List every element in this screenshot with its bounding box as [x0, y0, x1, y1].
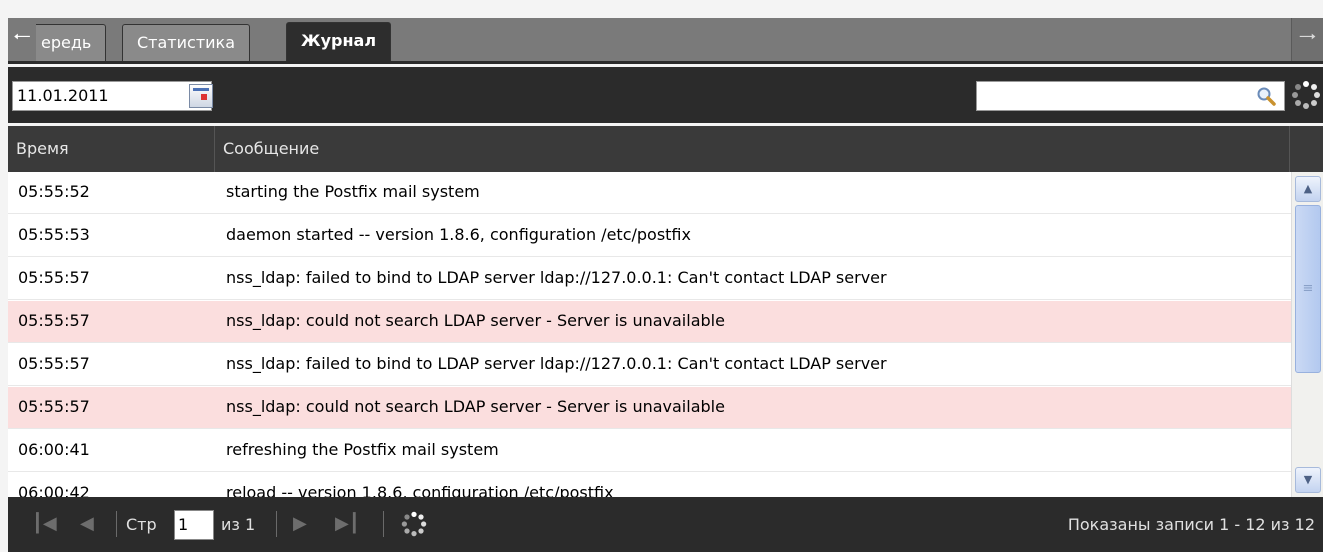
first-page-icon[interactable]: ┃◀ — [32, 513, 57, 535]
time-cell: 05:55:52 — [18, 182, 90, 201]
date-input[interactable]: 11.01.2011 — [12, 81, 212, 111]
time-cell: 05:55:53 — [18, 225, 90, 244]
last-page-icon[interactable]: ▶┃ — [335, 513, 360, 535]
arrow-left-icon: 🠀 — [13, 25, 31, 50]
chevron-down-icon: ▼ — [1303, 473, 1313, 486]
search-icon[interactable] — [1256, 86, 1276, 106]
time-cell: 06:00:41 — [18, 440, 90, 459]
chevron-up-icon: ▲ — [1303, 182, 1313, 195]
message-cell: refreshing the Postfix mail system — [226, 440, 499, 459]
tab-label: Журнал — [301, 31, 377, 50]
column-header-message[interactable]: Сообщение — [215, 126, 1290, 172]
grip-icon: ≡ — [1302, 281, 1314, 296]
tab-strip: 🠀 ередь Статистика Журнал 🠂 — [8, 18, 1323, 64]
refresh-icon[interactable] — [400, 510, 428, 538]
separator — [276, 511, 277, 537]
tab-journal[interactable]: Журнал — [286, 22, 392, 61]
page-count-label: из 1 — [221, 515, 256, 534]
page-label: Стр — [126, 515, 157, 534]
scrollbar-thumb[interactable]: ≡ — [1295, 205, 1321, 373]
scroll-up-button[interactable]: ▲ — [1295, 176, 1321, 202]
table-row[interactable]: 05:55:57 nss_ldap: failed to bind to LDA… — [8, 344, 1298, 386]
date-value: 11.01.2011 — [17, 86, 109, 105]
table-row-error[interactable]: 05:55:57 nss_ldap: could not search LDAP… — [8, 301, 1298, 343]
log-grid: 05:55:52 starting the Postfix mail syste… — [8, 172, 1298, 497]
scroll-down-button[interactable]: ▼ — [1295, 467, 1321, 493]
page-number-value: 1 — [178, 515, 189, 534]
search-input[interactable] — [976, 81, 1285, 111]
journal-window: 🠀 ередь Статистика Журнал 🠂 11.01.2011 В… — [0, 0, 1323, 552]
table-row[interactable]: 05:55:52 starting the Postfix mail syste… — [8, 172, 1298, 214]
message-cell: starting the Postfix mail system — [226, 182, 480, 201]
tab-scroll-right-button[interactable]: 🠂 — [1291, 18, 1323, 61]
time-cell: 05:55:57 — [18, 397, 90, 416]
separator — [383, 511, 384, 537]
grid-header: Время Сообщение — [8, 126, 1323, 172]
message-cell: nss_ldap: could not search LDAP server -… — [226, 397, 725, 416]
column-header-time[interactable]: Время — [8, 126, 215, 172]
column-header-spacer — [1290, 126, 1323, 172]
time-cell: 05:55:57 — [18, 354, 90, 373]
table-row[interactable]: 05:55:57 nss_ldap: failed to bind to LDA… — [8, 258, 1298, 300]
message-cell: reload -- version 1.8.6, configuration /… — [226, 483, 614, 497]
toolbar: 11.01.2011 — [8, 67, 1323, 123]
vertical-scrollbar[interactable]: ▲ ≡ ▼ — [1291, 172, 1323, 497]
message-cell: nss_ldap: failed to bind to LDAP server … — [226, 354, 887, 373]
time-cell: 05:55:57 — [18, 268, 90, 287]
message-cell: nss_ldap: could not search LDAP server -… — [226, 311, 725, 330]
message-cell: daemon started -- version 1.8.6, configu… — [226, 225, 691, 244]
table-row[interactable]: 06:00:41 refreshing the Postfix mail sys… — [8, 430, 1298, 472]
separator — [116, 511, 117, 537]
tab-label: Статистика — [137, 33, 235, 52]
message-cell: nss_ldap: failed to bind to LDAP server … — [226, 268, 887, 287]
table-row-error[interactable]: 05:55:57 nss_ldap: could not search LDAP… — [8, 387, 1298, 429]
arrow-right-icon: 🠂 — [1298, 25, 1317, 50]
tab-label: ередь — [41, 33, 92, 52]
prev-page-icon[interactable]: ◀ — [80, 513, 94, 535]
table-row[interactable]: 05:55:53 daemon started -- version 1.8.6… — [8, 215, 1298, 257]
page-number-input[interactable]: 1 — [174, 510, 214, 540]
next-page-icon[interactable]: ▶ — [293, 513, 307, 535]
calendar-icon[interactable] — [189, 84, 213, 108]
tab-scroll-left-button[interactable]: 🠀 — [8, 18, 36, 61]
time-cell: 05:55:57 — [18, 311, 90, 330]
refresh-icon[interactable] — [1290, 79, 1322, 111]
records-info: Показаны записи 1 - 12 из 12 — [1067, 515, 1315, 534]
pagination-bar: ┃◀ ◀ Стр 1 из 1 ▶ ▶┃ Показаны записи 1 -… — [8, 497, 1323, 552]
tab-statistics[interactable]: Статистика — [122, 24, 250, 61]
table-row[interactable]: 06:00:42 reload -- version 1.8.6, config… — [8, 473, 1298, 497]
time-cell: 06:00:42 — [18, 483, 90, 497]
tab-queue[interactable]: ередь — [26, 24, 107, 61]
